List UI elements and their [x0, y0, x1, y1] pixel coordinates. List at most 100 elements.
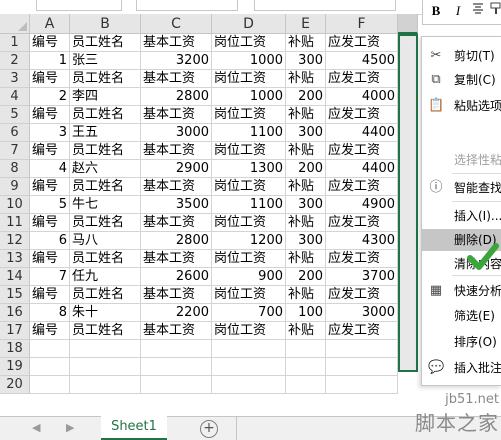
menu-item[interactable]: 筛选(E): [422, 305, 501, 327]
header-cell[interactable]: 编号: [30, 70, 70, 88]
row-header[interactable]: 10: [0, 196, 30, 214]
header-cell[interactable]: 应发工资: [326, 70, 398, 88]
row-header[interactable]: 15: [0, 286, 30, 304]
header-cell[interactable]: 岗位工资: [212, 178, 286, 196]
data-cell[interactable]: 张三: [70, 52, 141, 70]
data-cell[interactable]: 李四: [70, 88, 141, 106]
header-cell[interactable]: 编号: [30, 214, 70, 232]
data-cell[interactable]: 4900: [326, 196, 398, 214]
header-cell[interactable]: 基本工资: [141, 178, 212, 196]
header-cell[interactable]: 应发工资: [326, 142, 398, 160]
header-cell[interactable]: 岗位工资: [212, 34, 286, 52]
header-cell[interactable]: 员工姓名: [70, 178, 141, 196]
data-cell[interactable]: 7: [30, 268, 70, 286]
data-cell[interactable]: 300: [286, 52, 326, 70]
header-cell[interactable]: 应发工资: [326, 106, 398, 124]
data-cell[interactable]: [70, 340, 141, 358]
row-header[interactable]: 13: [0, 250, 30, 268]
scroll-right-icon[interactable]: ▶: [66, 421, 74, 434]
data-cell[interactable]: 3: [30, 124, 70, 142]
data-cell[interactable]: 5: [30, 196, 70, 214]
data-cell[interactable]: [326, 358, 398, 376]
data-cell[interactable]: 2900: [141, 160, 212, 178]
data-cell[interactable]: 王五: [70, 124, 141, 142]
data-cell[interactable]: 牛七: [70, 196, 141, 214]
data-cell[interactable]: 4: [30, 160, 70, 178]
formula-input[interactable]: [136, 0, 238, 11]
header-cell[interactable]: 岗位工资: [212, 214, 286, 232]
row-header[interactable]: 20: [0, 376, 30, 394]
header-cell[interactable]: 应发工资: [326, 286, 398, 304]
header-cell[interactable]: 补贴: [286, 70, 326, 88]
header-cell[interactable]: 岗位工资: [212, 286, 286, 304]
data-cell[interactable]: 700: [212, 304, 286, 322]
tab-sheet1[interactable]: Sheet1: [101, 416, 167, 440]
data-cell[interactable]: [286, 340, 326, 358]
row-header[interactable]: 1: [0, 34, 30, 52]
column-header-f[interactable]: F: [326, 14, 398, 34]
data-cell[interactable]: 4000: [326, 88, 398, 106]
data-cell[interactable]: 3000: [141, 124, 212, 142]
align-icon[interactable]: [469, 2, 487, 20]
scroll-left-icon[interactable]: ◀: [32, 421, 40, 434]
header-cell[interactable]: 员工姓名: [70, 34, 141, 52]
row-header[interactable]: 14: [0, 268, 30, 286]
data-cell[interactable]: 6: [30, 232, 70, 250]
data-cell[interactable]: 3700: [326, 268, 398, 286]
data-cell[interactable]: 马八: [70, 232, 141, 250]
menu-item[interactable]: 💬 插入批注: [422, 357, 501, 379]
header-cell[interactable]: 基本工资: [141, 34, 212, 52]
header-cell[interactable]: 补贴: [286, 322, 326, 340]
data-cell[interactable]: 2600: [141, 268, 212, 286]
header-cell[interactable]: 补贴: [286, 106, 326, 124]
header-cell[interactable]: 员工姓名: [70, 106, 141, 124]
data-cell[interactable]: 1200: [212, 232, 286, 250]
data-cell[interactable]: 1000: [212, 52, 286, 70]
row-header[interactable]: 8: [0, 160, 30, 178]
header-cell[interactable]: 编号: [30, 250, 70, 268]
header-cell[interactable]: 员工姓名: [70, 322, 141, 340]
column-header-e[interactable]: E: [286, 14, 326, 34]
data-cell[interactable]: 100: [286, 304, 326, 322]
header-cell[interactable]: 应发工资: [326, 250, 398, 268]
header-cell[interactable]: 应发工资: [326, 34, 398, 52]
header-cell[interactable]: 员工姓名: [70, 214, 141, 232]
menu-item[interactable]: ⓘ 智能查找: [422, 177, 501, 199]
header-cell[interactable]: 补贴: [286, 250, 326, 268]
header-cell[interactable]: 基本工资: [141, 214, 212, 232]
add-sheet-button[interactable]: +: [200, 420, 218, 438]
data-cell[interactable]: 1: [30, 52, 70, 70]
menu-item[interactable]: ✂ 剪切(T): [422, 45, 501, 67]
row-header[interactable]: 6: [0, 124, 30, 142]
data-cell[interactable]: [212, 358, 286, 376]
column-header-a[interactable]: A: [30, 14, 70, 34]
row-header[interactable]: 9: [0, 178, 30, 196]
data-cell[interactable]: 4500: [326, 52, 398, 70]
data-cell[interactable]: [286, 376, 326, 394]
select-all-corner[interactable]: [0, 14, 30, 34]
row-header[interactable]: 11: [0, 214, 30, 232]
data-cell[interactable]: 1100: [212, 124, 286, 142]
data-cell[interactable]: 任九: [70, 268, 141, 286]
data-cell[interactable]: 朱十: [70, 304, 141, 322]
data-cell[interactable]: 8: [30, 304, 70, 322]
data-cell[interactable]: 赵六: [70, 160, 141, 178]
data-cell[interactable]: [70, 358, 141, 376]
header-cell[interactable]: 编号: [30, 34, 70, 52]
data-cell[interactable]: 2800: [141, 88, 212, 106]
header-cell[interactable]: 编号: [30, 106, 70, 124]
data-cell[interactable]: 1300: [212, 160, 286, 178]
row-header[interactable]: 4: [0, 88, 30, 106]
header-cell[interactable]: 基本工资: [141, 250, 212, 268]
italic-button[interactable]: I: [449, 2, 467, 20]
row-header[interactable]: 17: [0, 322, 30, 340]
header-cell[interactable]: 应发工资: [326, 322, 398, 340]
header-cell[interactable]: 补贴: [286, 178, 326, 196]
column-header-b[interactable]: B: [70, 14, 141, 34]
header-cell[interactable]: 编号: [30, 142, 70, 160]
header-cell[interactable]: 员工姓名: [70, 250, 141, 268]
column-header-c[interactable]: C: [141, 14, 212, 34]
header-cell[interactable]: 基本工资: [141, 286, 212, 304]
data-cell[interactable]: [70, 376, 141, 394]
header-cell[interactable]: 编号: [30, 286, 70, 304]
